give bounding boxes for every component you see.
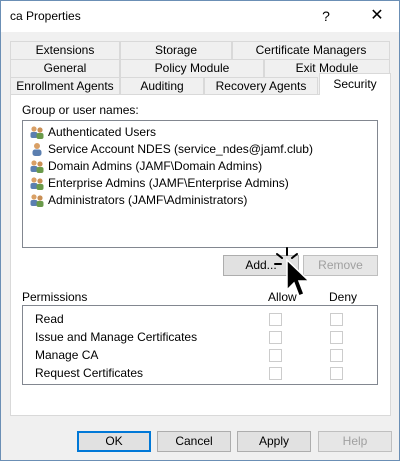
permission-name: Read <box>35 312 64 326</box>
user-name: Enterprise Admins (JAMF\Enterprise Admin… <box>48 176 289 190</box>
tab-security[interactable]: Security <box>319 73 391 95</box>
deny-manage-ca-checkbox[interactable] <box>330 349 343 362</box>
tab-certificate-managers[interactable]: Certificate Managers <box>232 41 390 59</box>
group-names-label: Group or user names: <box>22 103 139 117</box>
user-name: Administrators (JAMF\Administrators) <box>48 193 248 207</box>
allow-request-certificates-checkbox[interactable] <box>269 367 282 380</box>
tab-auditing[interactable]: Auditing <box>120 77 204 95</box>
deny-column-header: Deny <box>329 290 358 304</box>
title-bar: ca Properties ? ✕ <box>1 1 399 32</box>
apply-button[interactable]: Apply <box>237 431 311 452</box>
group-icon <box>30 194 44 207</box>
users-list[interactable]: Authenticated Users Service Account NDES… <box>22 120 378 248</box>
tab-enrollment-agents[interactable]: Enrollment Agents <box>10 77 120 95</box>
tab-extensions[interactable]: Extensions <box>10 41 120 59</box>
user-icon <box>32 143 42 156</box>
permission-name: Request Certificates <box>35 366 144 380</box>
permissions-label: Permissions <box>22 290 88 304</box>
tab-storage[interactable]: Storage <box>120 41 232 59</box>
deny-read-checkbox[interactable] <box>330 313 343 326</box>
user-name: Authenticated Users <box>48 125 157 139</box>
allow-issue-manage-checkbox[interactable] <box>269 331 282 344</box>
help-button[interactable]: Help <box>318 431 392 452</box>
user-name: Domain Admins (JAMF\Domain Admins) <box>48 159 263 173</box>
tab-general[interactable]: General <box>10 59 120 77</box>
deny-request-certificates-checkbox[interactable] <box>330 367 343 380</box>
permissions-list: Read Issue and Manage Certificates Manag… <box>22 305 378 385</box>
deny-issue-manage-checkbox[interactable] <box>330 331 343 344</box>
group-icon <box>30 160 44 173</box>
tab-recovery-agents[interactable]: Recovery Agents <box>204 77 318 95</box>
tab-policy-module[interactable]: Policy Module <box>120 59 264 77</box>
close-icon[interactable]: ✕ <box>364 5 390 27</box>
cancel-button[interactable]: Cancel <box>157 431 231 452</box>
allow-manage-ca-checkbox[interactable] <box>269 349 282 362</box>
permission-name: Manage CA <box>35 348 99 362</box>
group-icon <box>30 177 44 190</box>
allow-read-checkbox[interactable] <box>269 313 282 326</box>
security-panel: Group or user names: Authenticated Users… <box>10 94 391 416</box>
remove-button[interactable]: Remove <box>303 255 378 276</box>
properties-dialog: ca Properties ? ✕ Extensions Storage Cer… <box>0 0 400 461</box>
mouse-cursor-icon <box>274 247 311 297</box>
permission-name: Issue and Manage Certificates <box>35 330 198 344</box>
window-title: ca Properties <box>10 9 81 23</box>
user-name: Service Account NDES (service_ndes@jamf.… <box>48 142 313 156</box>
ok-button[interactable]: OK <box>77 431 151 452</box>
group-icon <box>30 126 44 139</box>
help-icon[interactable]: ? <box>313 5 339 27</box>
